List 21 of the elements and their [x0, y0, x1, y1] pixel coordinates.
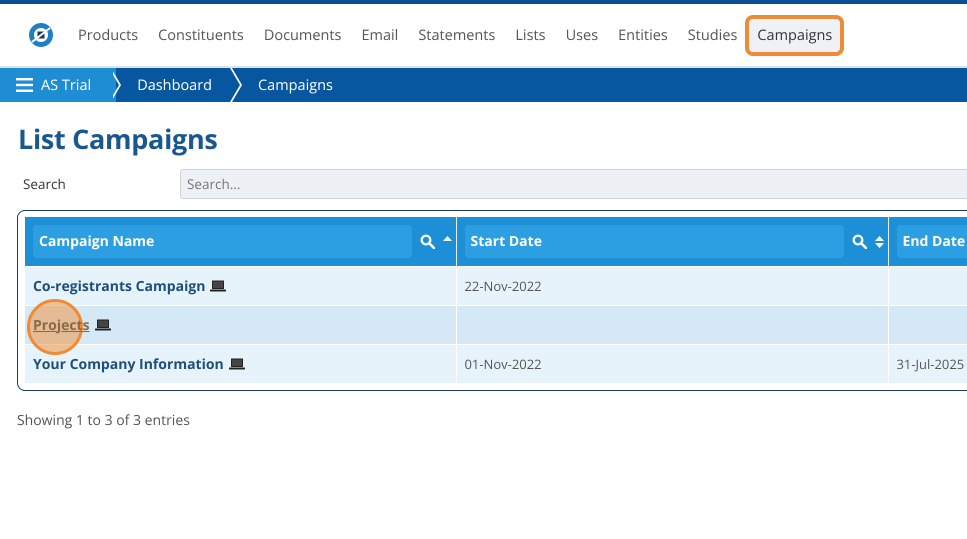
search-icon[interactable] — [852, 234, 866, 249]
logo-icon[interactable] — [28, 22, 54, 48]
search-icon[interactable] — [420, 234, 434, 249]
entries-info: Showing 1 to 3 of 3 entries — [17, 411, 191, 430]
laptop-icon — [94, 319, 111, 331]
campaign-link[interactable]: Your Company Information — [33, 354, 224, 374]
table-cell: 01-Nov-2022 — [456, 344, 888, 383]
table-cell: 31-Jul-2025 — [888, 344, 967, 383]
table-cell: 22-Nov-2022 — [456, 266, 888, 306]
laptop-icon — [228, 358, 245, 370]
search-field[interactable]: Search... — [180, 169, 967, 199]
breadcrumb-link[interactable]: Dashboard — [123, 68, 234, 102]
breadcrumb-link[interactable]: Campaigns — [244, 68, 355, 102]
nav-tab[interactable]: Campaigns — [745, 14, 844, 56]
sort-icon[interactable] — [874, 236, 884, 248]
breadcrumb-link[interactable]: AS Trial — [0, 68, 114, 102]
campaign-link[interactable]: Co-registrants Campaign — [33, 276, 206, 296]
laptop-icon — [210, 280, 226, 292]
menu-icon[interactable] — [16, 78, 33, 92]
page-title: List Campaigns — [18, 120, 219, 157]
search-label: Search — [23, 175, 67, 193]
